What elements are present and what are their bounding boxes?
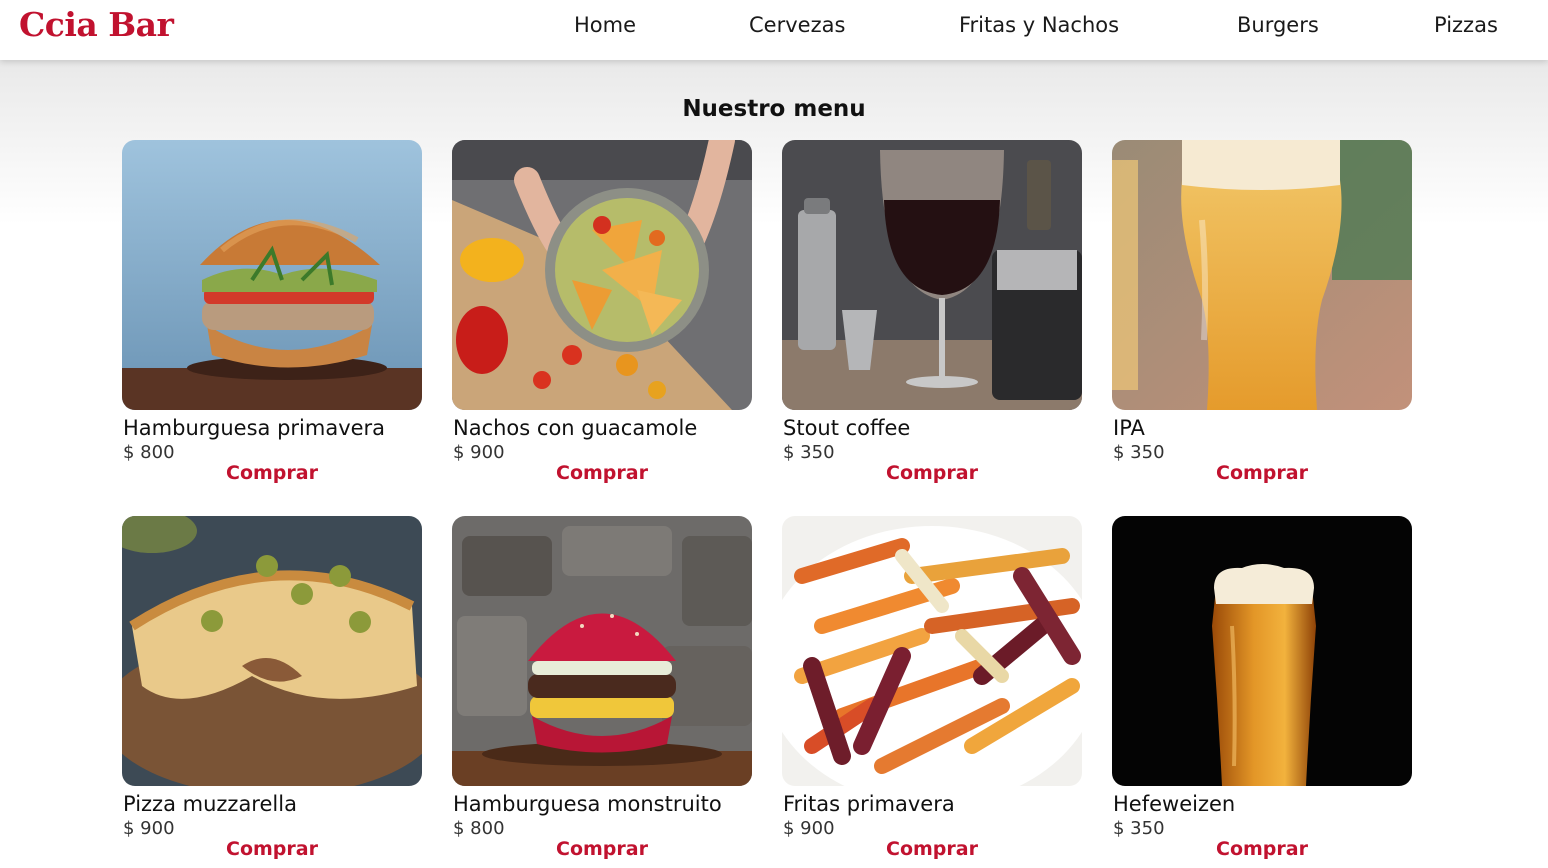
red-burger-photo <box>452 516 752 786</box>
buy-button[interactable]: Comprar <box>452 462 752 484</box>
item-name: Hamburguesa primavera <box>123 416 386 440</box>
item-name: Stout coffee <box>783 416 911 440</box>
item-price: $ 900 <box>453 442 505 463</box>
item-price: $ 350 <box>783 442 835 463</box>
menu-card: IPA $ 350 Comprar <box>1112 140 1412 492</box>
item-name: Fritas primavera <box>783 792 955 816</box>
nav-cervezas[interactable]: Cervezas <box>749 13 845 37</box>
buy-button[interactable]: Comprar <box>782 838 1082 860</box>
menu-card: Fritas primavera $ 900 Comprar <box>782 516 1082 868</box>
hefeweizen-beer-photo <box>1112 516 1412 786</box>
buy-button[interactable]: Comprar <box>452 838 752 860</box>
ipa-beer-photo <box>1112 140 1412 410</box>
burger-photo <box>122 140 422 410</box>
buy-button[interactable]: Comprar <box>122 838 422 860</box>
navbar: Ccia Bar Home Cervezas Fritas y Nachos B… <box>0 0 1548 60</box>
menu-card: Hamburguesa monstruito $ 800 Comprar <box>452 516 752 868</box>
item-price: $ 350 <box>1113 818 1165 839</box>
nav-burgers[interactable]: Burgers <box>1237 13 1319 37</box>
menu-card: Pizza muzzarella $ 900 Comprar <box>122 516 422 868</box>
item-name: IPA <box>1113 416 1145 440</box>
buy-button[interactable]: Comprar <box>122 462 422 484</box>
item-price: $ 800 <box>123 442 175 463</box>
pizza-photo <box>122 516 422 786</box>
nachos-photo <box>452 140 752 410</box>
buy-button[interactable]: Comprar <box>1112 462 1412 484</box>
brand-logo[interactable]: Ccia Bar <box>19 5 174 44</box>
buy-button[interactable]: Comprar <box>1112 838 1412 860</box>
stout-coffee-photo <box>782 140 1082 410</box>
fries-photo <box>782 516 1082 786</box>
nav-home[interactable]: Home <box>574 13 636 37</box>
menu-section: Nuestro menu Hamburguesa primavera $ 800… <box>0 60 1548 866</box>
item-name: Hefeweizen <box>1113 792 1236 816</box>
item-price: $ 350 <box>1113 442 1165 463</box>
menu-card: Nachos con guacamole $ 900 Comprar <box>452 140 752 492</box>
menu-title: Nuestro menu <box>682 96 866 122</box>
menu-card: Hefeweizen $ 350 Comprar <box>1112 516 1412 868</box>
item-name: Nachos con guacamole <box>453 416 698 440</box>
item-name: Pizza muzzarella <box>123 792 297 816</box>
item-price: $ 900 <box>783 818 835 839</box>
item-price: $ 900 <box>123 818 175 839</box>
nav-fritas-y-nachos[interactable]: Fritas y Nachos <box>959 13 1119 37</box>
nav-pizzas[interactable]: Pizzas <box>1434 13 1498 37</box>
item-name: Hamburguesa monstruito <box>453 792 722 816</box>
menu-card: Stout coffee $ 350 Comprar <box>782 140 1082 492</box>
buy-button[interactable]: Comprar <box>782 462 1082 484</box>
item-price: $ 800 <box>453 818 505 839</box>
menu-card: Hamburguesa primavera $ 800 Comprar <box>122 140 422 492</box>
